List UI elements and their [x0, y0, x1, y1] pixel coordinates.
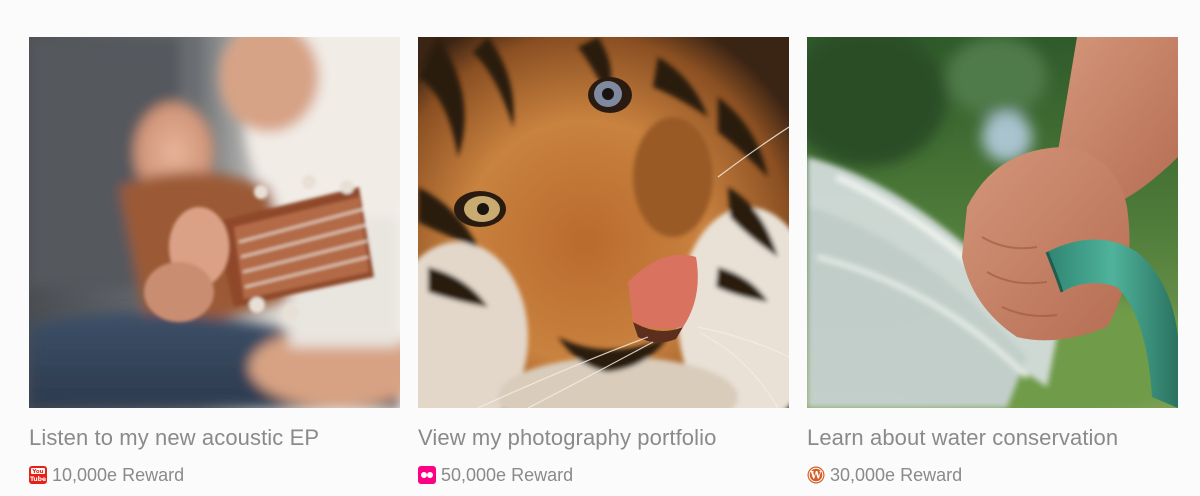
reward-row: You Tube 10,000e Reward [29, 464, 400, 486]
wordpress-icon: W [807, 466, 825, 484]
campaign-card-water-conservation[interactable]: Learn about water conservation W 30,000e… [807, 37, 1178, 486]
reward-row: 50,000e Reward [418, 464, 789, 486]
svg-text:You: You [31, 469, 43, 475]
svg-text:Tube: Tube [30, 476, 46, 483]
reward-amount: 30,000e Reward [830, 465, 963, 485]
campaign-grid: Listen to my new acoustic EP You Tube 10… [29, 37, 1178, 486]
campaign-card-acoustic-ep[interactable]: Listen to my new acoustic EP You Tube 10… [29, 37, 400, 486]
reward-amount: 10,000e Reward [52, 465, 185, 485]
youtube-icon: You Tube [29, 466, 47, 484]
garden-hose-photo[interactable] [807, 37, 1178, 408]
acoustic-guitar-photo[interactable] [29, 37, 400, 408]
tiger-photo[interactable] [418, 37, 789, 408]
campaign-title[interactable]: Listen to my new acoustic EP [29, 425, 400, 451]
reward-amount: 50,000e Reward [441, 465, 574, 485]
svg-text:W: W [809, 471, 822, 482]
campaign-card-photography-portfolio[interactable]: View my photography portfolio 50,000e Re… [418, 37, 789, 486]
flickr-icon [418, 466, 436, 484]
campaign-title[interactable]: View my photography portfolio [418, 425, 789, 451]
campaign-title[interactable]: Learn about water conservation [807, 425, 1178, 451]
reward-row: W 30,000e Reward [807, 464, 1178, 486]
